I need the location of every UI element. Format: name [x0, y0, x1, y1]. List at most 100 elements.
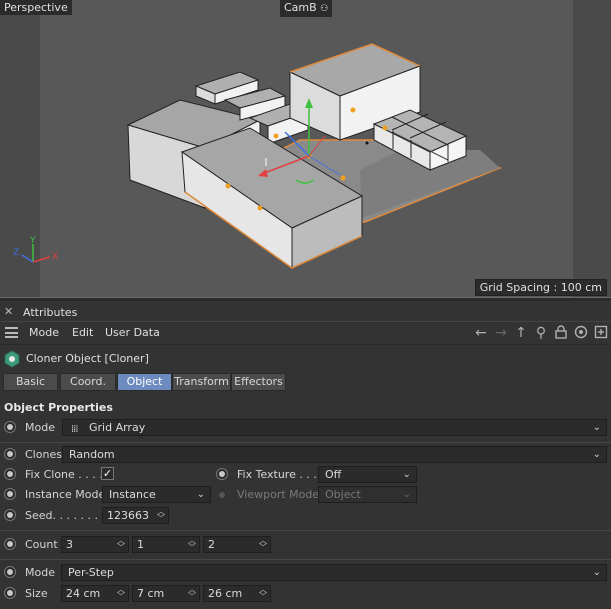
mode-label: Mode	[25, 421, 55, 434]
view-name-label[interactable]: Perspective	[0, 0, 72, 15]
camera-icon: ⚇	[320, 4, 329, 14]
count-label: Count	[25, 538, 58, 551]
animate-toggle[interactable]	[4, 587, 16, 599]
search-icon[interactable]: ⚲	[533, 325, 549, 341]
scene-render[interactable]	[0, 0, 611, 297]
animate-toggle[interactable]	[216, 468, 228, 480]
camera-name: CamB	[284, 1, 317, 14]
divider	[0, 530, 611, 531]
stepper-icon[interactable]: ︿ ﹀	[117, 537, 125, 552]
seed-label: Seed. . . . . . . .	[25, 509, 105, 522]
fix-texture-label: Fix Texture . . .	[237, 468, 317, 481]
clones-dropdown[interactable]: Random ⌄	[62, 446, 607, 463]
3d-viewport[interactable]: Y X Z Perspective CamB ⚇ Grid Spacing : …	[0, 0, 611, 297]
fix-clone-checkbox[interactable]: ✓	[101, 467, 114, 480]
stepper-icon[interactable]: ︿ ﹀	[188, 586, 196, 601]
size-y-input[interactable]: 7 cm ︿ ﹀	[132, 585, 200, 602]
fix-clone-label: Fix Clone . . . .	[25, 468, 103, 481]
new-panel-icon[interactable]	[593, 325, 609, 341]
forward-arrow-icon[interactable]: →	[493, 325, 509, 341]
stepper-icon[interactable]: ︿ ﹀	[117, 586, 125, 601]
tab-effectors[interactable]: Effectors	[231, 373, 286, 391]
size-mode-row: Mode Per-Step ⌄	[0, 563, 611, 583]
attributes-title: Attributes	[23, 306, 78, 319]
size-x-value: 24 cm	[66, 587, 101, 600]
clones-value: Random	[69, 448, 115, 461]
section-title: Object Properties	[4, 401, 113, 414]
stepper-icon[interactable]: ︿ ﹀	[188, 537, 196, 552]
divider	[0, 559, 611, 560]
divider	[0, 442, 611, 443]
grid-spacing-label: Grid Spacing : 100 cm	[474, 279, 607, 296]
chevron-down-icon: ⌄	[592, 449, 601, 460]
menu-edit[interactable]: Edit	[72, 326, 93, 339]
menu-user-data[interactable]: User Data	[105, 326, 160, 339]
count-x-input[interactable]: 3 ︿ ﹀	[61, 536, 129, 553]
animate-toggle[interactable]	[4, 538, 16, 550]
panel-separator[interactable]	[0, 297, 611, 301]
viewport-mode-value: Object	[325, 488, 361, 501]
object-label: Cloner Object [Cloner]	[26, 352, 149, 365]
count-y-input[interactable]: 1 ︿ ﹀	[132, 536, 200, 553]
stepper-icon[interactable]: ︿ ﹀	[157, 508, 165, 523]
tab-basic[interactable]: Basic	[3, 373, 58, 391]
count-y-value: 1	[137, 538, 144, 551]
attributes-title-bar: ✕ Attributes	[0, 303, 611, 322]
axis-label-z: Z	[13, 248, 20, 258]
menu-mode[interactable]: Mode	[29, 326, 59, 339]
animate-toggle[interactable]	[4, 468, 16, 480]
chevron-down-icon: ⌄	[196, 489, 205, 500]
tab-object[interactable]: Object	[117, 373, 172, 391]
instance-mode-dropdown[interactable]: Instance ⌄	[102, 486, 211, 503]
chevron-down-icon: ⌄	[402, 489, 411, 500]
animate-toggle[interactable]	[4, 509, 16, 521]
clones-row: Clones Random ⌄	[0, 445, 611, 465]
viewport-mode-label: Viewport Mode	[237, 488, 320, 501]
grid-array-icon: ⁞⁞⁞	[71, 424, 78, 435]
chevron-down-icon: ⌄	[592, 422, 601, 433]
viewport-mode-dropdown: Object ⌄	[318, 486, 417, 503]
animate-toggle[interactable]	[4, 488, 16, 500]
fix-texture-dropdown[interactable]: Off ⌄	[318, 466, 417, 483]
size-row: Size 24 cm ︿ ﹀ 7 cm ︿ ﹀ 26 cm ︿ ﹀	[0, 584, 611, 604]
camera-name-label[interactable]: CamB ⚇	[280, 0, 333, 17]
lock-icon[interactable]	[553, 325, 569, 341]
mode-dropdown[interactable]: ⁞⁞⁞ Grid Array ⌄	[62, 419, 607, 436]
count-z-input[interactable]: 2 ︿ ﹀	[203, 536, 271, 553]
axis-label-x: X	[52, 252, 59, 262]
hamburger-menu-icon[interactable]	[5, 327, 18, 338]
stepper-icon[interactable]: ︿ ﹀	[259, 537, 267, 552]
animate-toggle[interactable]	[4, 566, 16, 578]
object-header: Cloner Object [Cloner]	[0, 347, 611, 369]
tab-transform[interactable]: Transform	[172, 373, 231, 391]
size-x-input[interactable]: 24 cm ︿ ﹀	[61, 585, 129, 602]
fix-row: Fix Clone . . . . ✓ Fix Texture . . . Of…	[0, 465, 611, 485]
size-mode-dropdown[interactable]: Per-Step ⌄	[61, 564, 607, 581]
count-row: Count 3 ︿ ﹀ 1 ︿ ﹀ 2 ︿ ﹀	[0, 535, 611, 555]
count-x-value: 3	[66, 538, 73, 551]
fix-texture-value: Off	[325, 468, 342, 481]
axis-label-y: Y	[30, 236, 36, 246]
seed-row: Seed. . . . . . . . 123663 ︿ ﹀	[0, 506, 611, 526]
instance-mode-value: Instance	[109, 488, 156, 501]
count-z-value: 2	[208, 538, 215, 551]
stepper-icon[interactable]: ︿ ﹀	[259, 586, 267, 601]
attributes-menubar: Mode Edit User Data ← → ↑ ⚲	[0, 322, 611, 345]
animate-toggle[interactable]	[4, 448, 16, 460]
up-arrow-icon[interactable]: ↑	[513, 325, 529, 341]
chevron-down-icon: ⌄	[592, 567, 601, 578]
instance-row: Instance Mode Instance ⌄ Viewport Mode O…	[0, 485, 611, 505]
size-mode-label: Mode	[25, 566, 55, 579]
world-axis-indicator	[21, 244, 51, 263]
close-icon[interactable]: ✕	[4, 305, 13, 318]
size-mode-value: Per-Step	[68, 566, 114, 579]
seed-input[interactable]: 123663 ︿ ﹀	[102, 507, 169, 524]
mode-value: Grid Array	[89, 421, 146, 434]
target-icon[interactable]	[573, 325, 589, 341]
size-z-input[interactable]: 26 cm ︿ ﹀	[203, 585, 271, 602]
chevron-down-icon: ⌄	[402, 469, 411, 480]
tab-coord[interactable]: Coord.	[60, 373, 116, 391]
animate-toggle[interactable]	[4, 421, 16, 433]
size-z-value: 26 cm	[208, 587, 243, 600]
back-arrow-icon[interactable]: ←	[473, 325, 489, 341]
